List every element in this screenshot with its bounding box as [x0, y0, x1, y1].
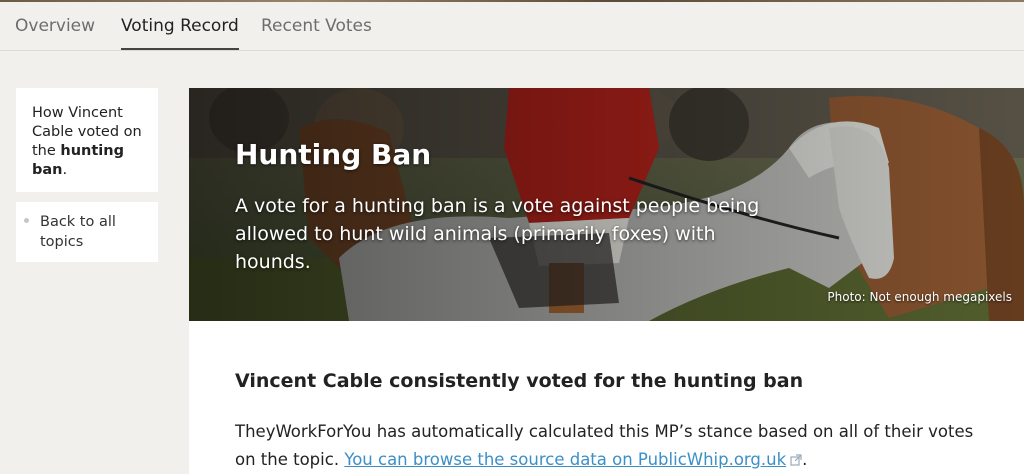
back-to-topics-link[interactable]: Back to all topics [16, 202, 158, 262]
hero-description: A vote for a hunting ban is a vote again… [235, 195, 760, 273]
vote-summary-prefix: Vincent Cable consistently voted for the [235, 370, 674, 392]
main-content: Vincent Cable consistently voted for the… [189, 321, 1024, 474]
tab-voting-record[interactable]: Voting Record [121, 16, 239, 50]
photo-credit: Photo: Not enough megapixels [827, 290, 1012, 304]
back-to-topics-label: Back to all topics [40, 214, 116, 250]
bullet-icon [24, 218, 29, 223]
stance-explanation: TheyWorkForYou has automatically calcula… [235, 418, 995, 474]
tab-bar: Overview Voting Record Recent Votes [0, 2, 1024, 51]
hero-banner: Hunting Ban A vote for a hunting ban is … [189, 88, 1024, 321]
vote-summary: Vincent Cable consistently voted for the… [235, 370, 803, 392]
tab-overview[interactable]: Overview [15, 16, 95, 48]
external-link-icon [790, 454, 802, 466]
tab-recent-votes[interactable]: Recent Votes [261, 16, 372, 48]
sidebar: How Vincent Cable voted on the hunting b… [16, 88, 158, 262]
sidebar-intro-suffix: . [62, 162, 68, 178]
sidebar-intro: How Vincent Cable voted on the hunting b… [16, 88, 158, 192]
publicwhip-source-link[interactable]: You can browse the source data on Public… [344, 450, 786, 469]
stance-explanation-end: . [802, 450, 808, 469]
vote-summary-topic: hunting ban [673, 370, 804, 392]
hero-title: Hunting Ban [235, 138, 432, 171]
